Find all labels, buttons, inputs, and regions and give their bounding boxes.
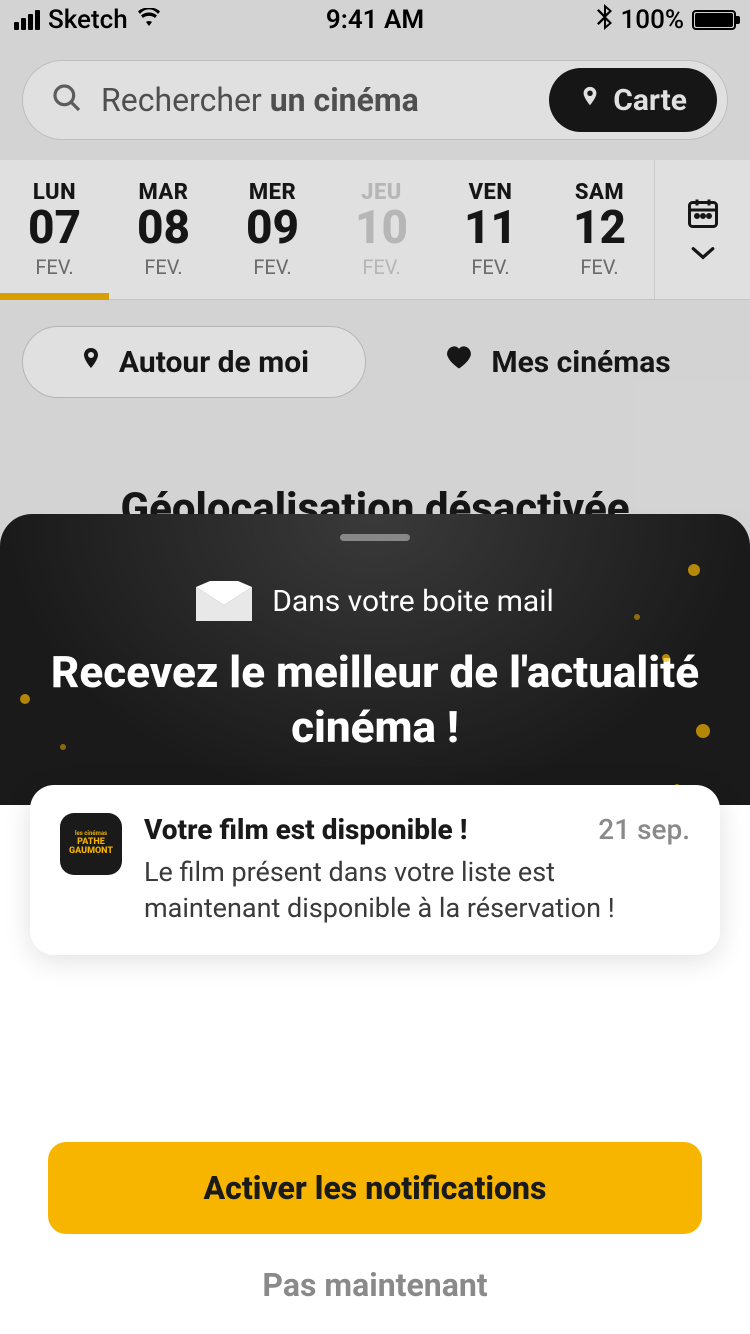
sheet-actions: Activer les notifications Pas maintenant — [0, 1142, 750, 1334]
notif-text: Le film présent dans votre liste est mai… — [144, 854, 690, 927]
notification-sheet: Dans votre boite mail Recevez le meilleu… — [0, 514, 750, 1334]
sparkle-icon — [662, 654, 670, 662]
sparkle-icon — [20, 694, 30, 704]
notif-date: 21 sep. — [598, 813, 690, 846]
app-icon: les cinémas PATHE GAUMONT — [60, 813, 122, 875]
mail-subtitle: Dans votre boite mail — [272, 584, 554, 619]
sparkle-icon — [688, 564, 700, 576]
sheet-grabber[interactable] — [340, 534, 410, 541]
sheet-title: Recevez le meilleur de l'actualité ciném… — [40, 645, 710, 755]
enable-notifications-button[interactable]: Activer les notifications — [48, 1142, 702, 1234]
sparkle-icon — [60, 744, 66, 750]
mail-row: Dans votre boite mail — [40, 581, 710, 621]
notification-preview-card: les cinémas PATHE GAUMONT Votre film est… — [30, 785, 720, 955]
notif-body: Votre film est disponible ! 21 sep. Le f… — [144, 813, 690, 927]
envelope-icon — [196, 581, 252, 621]
primary-label: Activer les notifications — [204, 1169, 547, 1207]
sheet-header: Dans votre boite mail Recevez le meilleu… — [0, 514, 750, 805]
secondary-label: Pas maintenant — [262, 1266, 487, 1304]
notif-title: Votre film est disponible ! — [144, 813, 467, 846]
sparkle-icon — [696, 724, 710, 738]
sparkle-icon — [634, 614, 640, 620]
not-now-button[interactable]: Pas maintenant — [48, 1266, 702, 1304]
